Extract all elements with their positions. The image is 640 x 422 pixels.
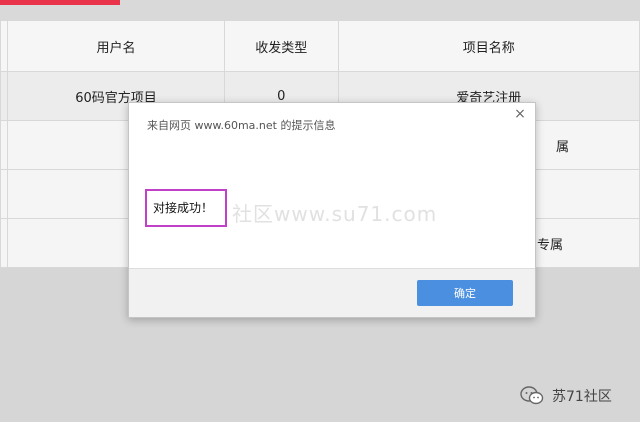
close-icon[interactable]: × — [513, 107, 527, 121]
alert-dialog: 来自网页 www.60ma.net 的提示信息 × 对接成功！ 确定 — [128, 102, 536, 318]
dialog-message: 对接成功！ — [145, 189, 227, 227]
table-header-username: 用户名 — [6, 20, 225, 72]
brand-label: 苏71社区 — [552, 389, 612, 405]
table-cell — [0, 218, 8, 268]
table-cell — [0, 120, 8, 170]
dialog-title: 来自网页 www.60ma.net 的提示信息 — [147, 119, 336, 132]
dialog-footer: 确定 — [129, 268, 535, 317]
wechat-icon — [520, 385, 544, 407]
brand-badge: 苏71社区 — [520, 383, 636, 409]
table-cell — [0, 71, 8, 121]
table-header-spacer — [0, 20, 8, 72]
header-accent-bar — [0, 0, 120, 5]
table-cell — [0, 169, 8, 219]
table-header-row: 用户名 收发类型 项目名称 — [0, 20, 640, 72]
ok-button[interactable]: 确定 — [417, 280, 513, 306]
table-header-type: 收发类型 — [223, 20, 339, 72]
table-header-project: 项目名称 — [337, 20, 640, 72]
